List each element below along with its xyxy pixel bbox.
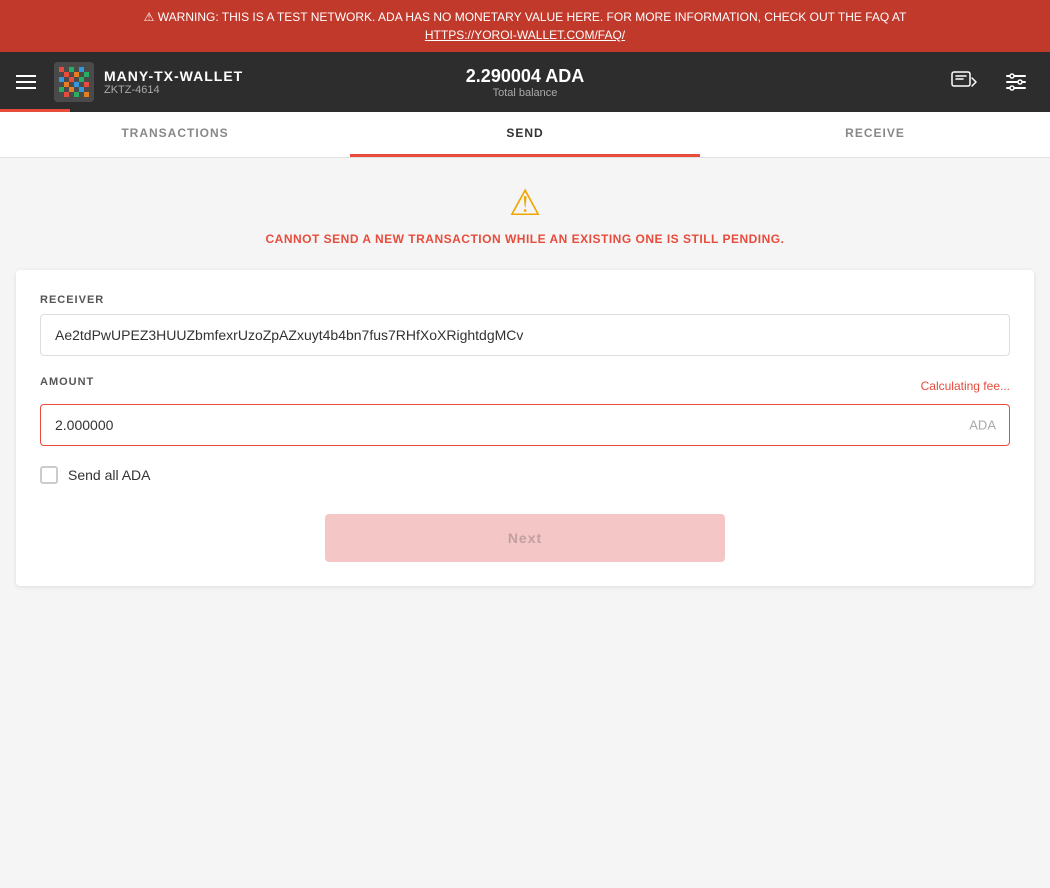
warning-link[interactable]: HTTPS://YOROI-WALLET.COM/FAQ/	[425, 28, 625, 42]
amount-row: AMOUNT Calculating fee...	[40, 376, 1010, 396]
wallet-avatar	[54, 62, 94, 102]
receiver-input[interactable]	[40, 314, 1010, 356]
warning-triangle-icon: ⚠	[16, 182, 1034, 224]
amount-field-group: AMOUNT Calculating fee... ADA	[40, 376, 1010, 446]
next-button[interactable]: Next	[325, 514, 725, 562]
warning-icon: ⚠	[144, 10, 155, 24]
amount-input[interactable]	[40, 404, 1010, 446]
send-receive-icon[interactable]	[946, 64, 982, 100]
amount-input-wrapper: ADA	[40, 404, 1010, 446]
header-left: MANY-TX-WALLET ZKTZ-4614	[16, 62, 243, 102]
tab-send[interactable]: SEND	[350, 112, 700, 157]
receiver-field-group: RECEIVER	[40, 294, 1010, 356]
menu-icon[interactable]	[16, 75, 36, 89]
nav-tabs: TRANSACTIONS SEND RECEIVE	[0, 112, 1050, 158]
wallet-id: ZKTZ-4614	[104, 84, 243, 96]
pending-error-text: CANNOT SEND A NEW TRANSACTION WHILE AN E…	[16, 232, 1034, 246]
wallet-name: MANY-TX-WALLET	[104, 68, 243, 84]
send-all-label[interactable]: Send all ADA	[68, 467, 151, 483]
send-all-row: Send all ADA	[40, 466, 1010, 484]
warning-banner: ⚠ WARNING: THIS IS A TEST NETWORK. ADA H…	[0, 0, 1050, 52]
active-tab-indicator	[0, 109, 70, 112]
amount-label: AMOUNT	[40, 376, 94, 388]
warning-text: WARNING: THIS IS A TEST NETWORK. ADA HAS…	[158, 10, 907, 24]
error-container: ⚠ CANNOT SEND A NEW TRANSACTION WHILE AN…	[16, 182, 1034, 246]
amount-unit: ADA	[969, 418, 996, 433]
tab-transactions[interactable]: TRANSACTIONS	[0, 112, 350, 157]
send-form-card: RECEIVER AMOUNT Calculating fee... ADA S…	[16, 270, 1034, 586]
wallet-info: MANY-TX-WALLET ZKTZ-4614	[104, 68, 243, 96]
header-balance: 2.290004 ADA Total balance	[466, 66, 584, 99]
settings-icon[interactable]	[998, 64, 1034, 100]
header-right	[946, 64, 1034, 100]
header: MANY-TX-WALLET ZKTZ-4614 2.290004 ADA To…	[0, 52, 1050, 112]
receiver-label: RECEIVER	[40, 294, 1010, 306]
tab-receive[interactable]: RECEIVE	[700, 112, 1050, 157]
calculating-fee-text: Calculating fee...	[921, 379, 1010, 393]
balance-amount: 2.290004 ADA	[466, 66, 584, 87]
next-button-container: Next	[40, 514, 1010, 562]
main-content: ⚠ CANNOT SEND A NEW TRANSACTION WHILE AN…	[0, 158, 1050, 610]
balance-label: Total balance	[466, 87, 584, 99]
send-all-checkbox[interactable]	[40, 466, 58, 484]
